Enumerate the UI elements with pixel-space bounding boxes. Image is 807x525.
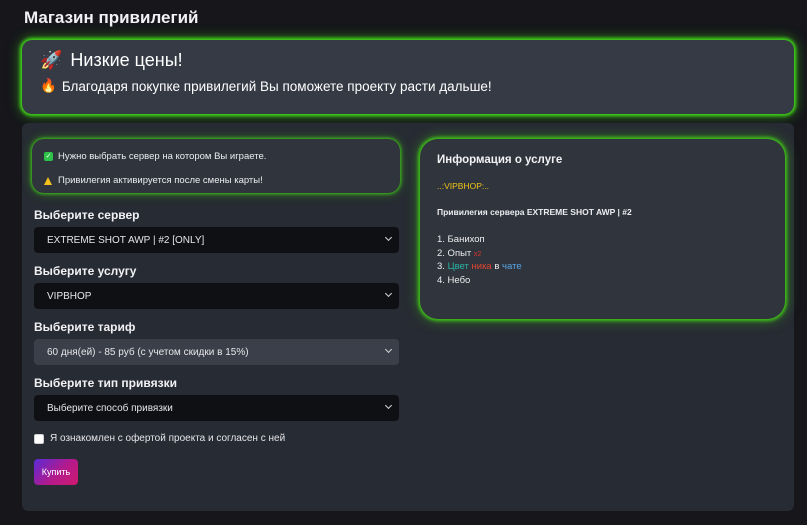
privilege-server-line: Привилегия сервера EXTREME SHOT AWP | #2 [437,207,632,217]
agree-checkbox[interactable] [34,433,44,444]
notice-text-activation: Привилегия активируется после смены карт… [58,175,263,186]
check-icon: ✓ [44,152,53,161]
fire-icon: 🔥 [40,78,57,93]
server-select-value: EXTREME SHOT AWP | #2 [ONLY] [47,234,205,246]
list-item: 4. Небо [437,274,471,286]
promo-banner: 🚀 Низкие цены! 🔥 Благодаря покупке приви… [22,40,794,114]
service-label: Выберите услугу [34,264,137,278]
chevron-down-icon [384,233,393,242]
list-item: 2. Опыт x2 [437,248,522,262]
list-item: 1. Банихоп [437,234,485,245]
multiplier-badge: x2 [473,250,482,258]
purchase-card: ✓ Нужно выбрать сервер на котором Вы игр… [22,123,794,511]
notice-line-server: ✓ Нужно выбрать сервер на котором Вы игр… [44,151,266,162]
warning-icon [44,176,52,185]
binding-select[interactable]: Выберите способ привязки [34,395,399,421]
chevron-down-icon [384,289,393,298]
service-select[interactable]: VIPBHOP [34,283,399,309]
banner-title: Низкие цены! [70,50,183,70]
agree-label: Я ознакомлен с офертой проекта и согласе… [50,433,286,444]
privilege-name: ..:VIPBHOP:.. [437,181,489,191]
chevron-down-icon [384,345,393,354]
binding-select-value: Выберите способ привязки [47,402,173,414]
notice-text-server: Нужно выбрать сервер на котором Вы играе… [58,151,267,162]
tariff-label: Выберите тариф [34,320,136,334]
banner-title-row: 🚀 Низкие цены! [40,50,183,71]
chevron-down-icon [384,401,393,410]
banner-subtitle-row: 🔥 Благодаря покупке привилегий Вы поможе… [40,78,492,94]
colored-word: чате [502,261,522,272]
colored-word: ника [471,261,492,272]
agree-row[interactable]: Я ознакомлен с офертой проекта и согласе… [34,433,285,444]
notice-box: ✓ Нужно выбрать сервер на котором Вы игр… [32,139,400,193]
server-select[interactable]: EXTREME SHOT AWP | #2 [ONLY] [34,227,399,253]
list-item-number: 3. [437,261,445,272]
tariff-select[interactable]: 60 дня(ей) - 85 руб (с учетом скидки в 1… [34,339,399,365]
binding-label: Выберите тип привязки [34,376,177,390]
list-item: 3. Цвет ника в чате [437,261,522,275]
buy-button[interactable]: Купить [34,459,78,485]
colored-word: в [494,261,500,272]
privilege-features-list: 1. Банихоп 2. Опыт x2 3. Цвет ника в чат… [437,234,522,288]
service-select-value: VIPBHOP [47,290,92,302]
list-item-text: 2. Опыт [437,247,472,259]
notice-line-activation: Привилегия активируется после смены карт… [44,175,263,186]
service-info-card: Информация о услуге ..:VIPBHOP:.. Привил… [420,139,785,319]
banner-subtitle: Благодаря покупке привилегий Вы поможете… [61,78,492,94]
colored-word: Цвет [447,261,469,272]
tariff-select-value: 60 дня(ей) - 85 руб (с учетом скидки в 1… [47,346,249,358]
rocket-icon: 🚀 [40,50,63,70]
server-label: Выберите сервер [34,208,140,222]
info-title: Информация о услуге [437,154,563,166]
page-title: Магазин привилегий [24,8,199,27]
